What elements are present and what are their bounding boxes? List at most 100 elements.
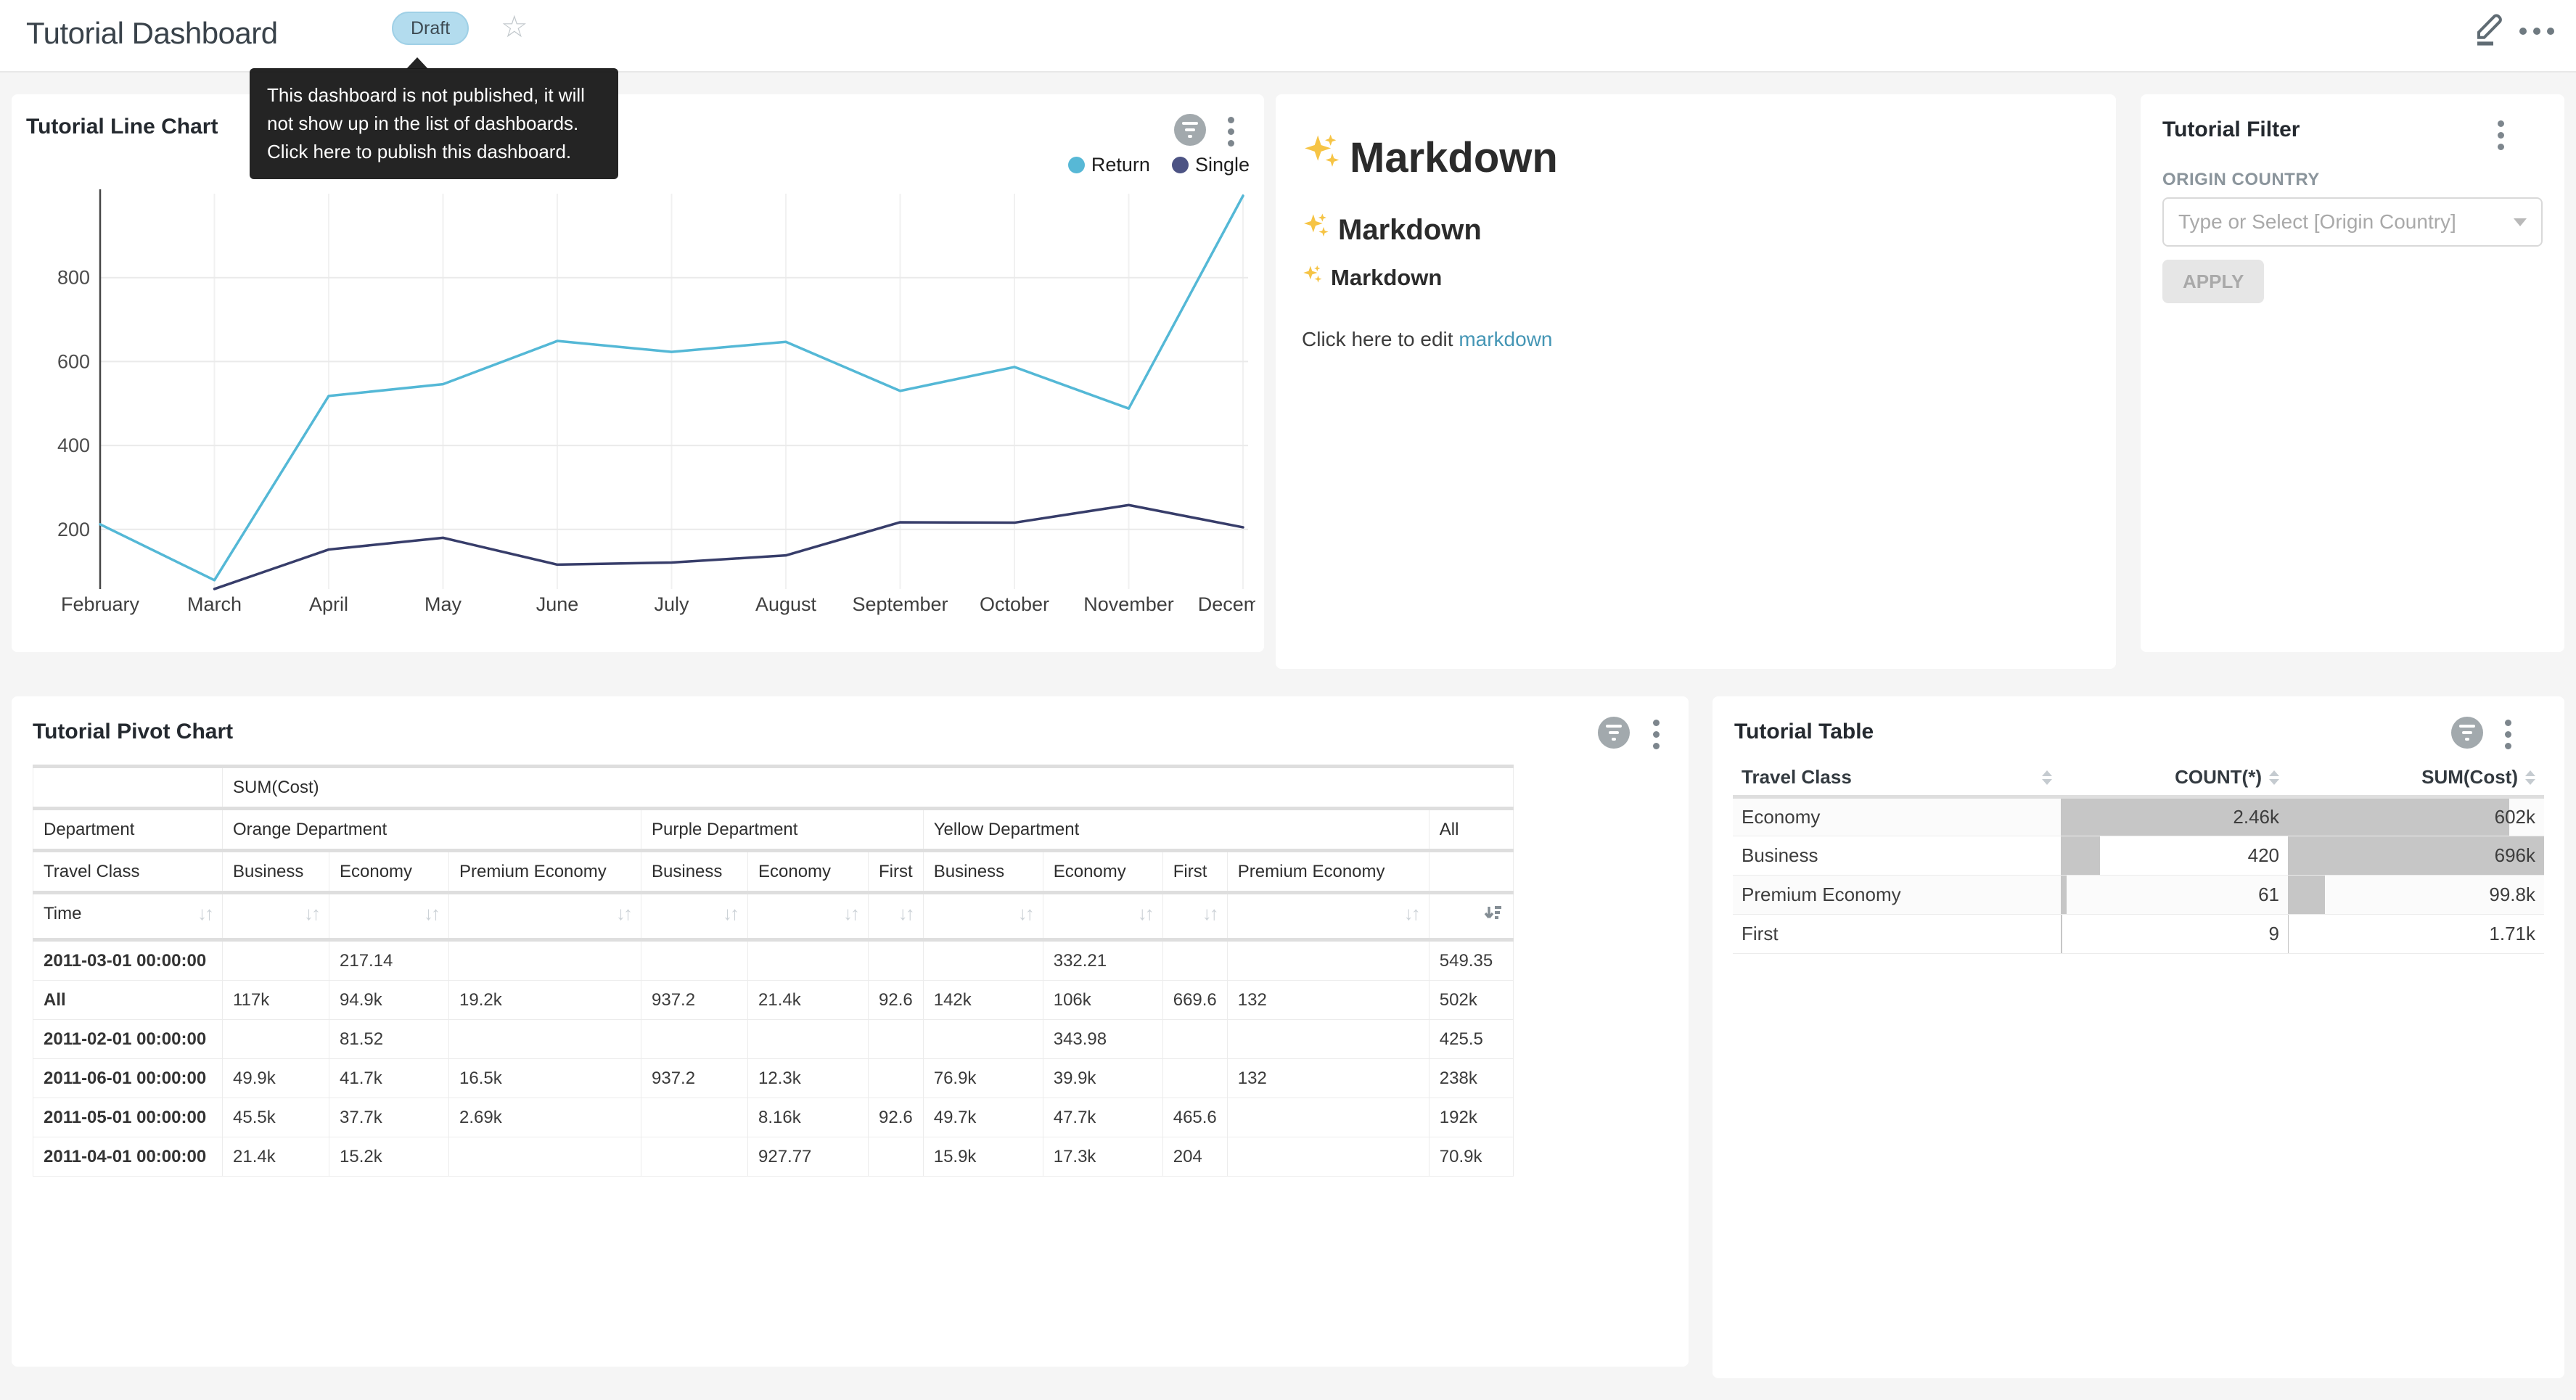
svg-text:April: April bbox=[309, 593, 348, 615]
pivot-value-cell: 92.6 bbox=[869, 1098, 924, 1137]
pivot-value-cell: 49.9k bbox=[223, 1059, 329, 1098]
pivot-value-cell bbox=[641, 940, 748, 981]
filter-card: Tutorial Filter ORIGIN COUNTRY Type or S… bbox=[2141, 94, 2564, 652]
pivot-column-sort[interactable]: ↓↑ bbox=[223, 893, 329, 940]
pivot-value-cell: 927.77 bbox=[748, 1137, 869, 1177]
sort-icon[interactable]: ↓↑ bbox=[843, 902, 858, 924]
markdown-card: Markdown Markdown Markdown Click here to… bbox=[1276, 94, 2116, 669]
pivot-column-sort[interactable]: ↓↑ bbox=[748, 893, 869, 940]
column-header-sum-cost[interactable]: SUM(Cost) bbox=[2288, 760, 2544, 796]
pivot-travel-class-label: Travel Class bbox=[33, 851, 223, 893]
pivot-value-cell bbox=[1162, 940, 1227, 981]
sort-icon[interactable]: ↓↑ bbox=[1202, 902, 1217, 924]
pivot-row: 2011-03-01 00:00:00217.14332.21549.35 bbox=[33, 940, 1514, 981]
table-card-menu-icon[interactable] bbox=[2505, 720, 2511, 749]
sort-icon[interactable]: ↓↑ bbox=[723, 902, 737, 924]
pivot-value-cell: 343.98 bbox=[1043, 1020, 1162, 1059]
pivot-row-label: 2011-06-01 00:00:00 bbox=[33, 1059, 223, 1098]
pivot-column-sort[interactable]: ↓↑ bbox=[641, 893, 748, 940]
pivot-column-sort[interactable]: ↓↑ bbox=[1227, 893, 1429, 940]
pivot-value-cell: 19.2k bbox=[449, 981, 641, 1020]
travel-class-cell: Economy bbox=[1733, 796, 2061, 836]
sort-icon[interactable]: ↓↑ bbox=[197, 902, 212, 925]
pivot-row-label: 2011-02-01 00:00:00 bbox=[33, 1020, 223, 1059]
pivot-class-header bbox=[1429, 851, 1513, 893]
pivot-column-sort[interactable]: ↓↑ bbox=[1043, 893, 1162, 940]
sort-descending-icon[interactable] bbox=[1481, 909, 1503, 928]
markdown-h2: Markdown bbox=[1302, 212, 1482, 248]
sparkles-icon bbox=[1302, 212, 1331, 248]
pivot-class-header: Economy bbox=[329, 851, 449, 893]
filter-card-menu-icon[interactable] bbox=[2498, 120, 2504, 150]
edit-dashboard-button[interactable] bbox=[2472, 7, 2508, 46]
pivot-column-sort[interactable]: ↓↑ bbox=[869, 893, 924, 940]
filter-indicator-icon[interactable] bbox=[1174, 114, 1206, 146]
edit-markdown-link[interactable]: markdown bbox=[1459, 328, 1552, 350]
sort-icon[interactable]: ↓↑ bbox=[1138, 902, 1152, 924]
pivot-value-cell: 15.9k bbox=[923, 1137, 1043, 1177]
svg-text:800: 800 bbox=[57, 267, 90, 289]
pivot-value-cell bbox=[869, 1020, 924, 1059]
pivot-value-cell bbox=[641, 1020, 748, 1059]
filter-indicator-icon[interactable] bbox=[2451, 717, 2483, 749]
svg-text:October: October bbox=[980, 593, 1049, 615]
pivot-department-label: Department bbox=[33, 809, 223, 851]
sort-icon[interactable]: ↓↑ bbox=[1404, 902, 1419, 924]
draft-status-badge[interactable]: Draft bbox=[392, 12, 469, 45]
pivot-value-cell bbox=[1162, 1059, 1227, 1098]
pivot-value-cell bbox=[1227, 1020, 1429, 1059]
value-bar bbox=[2288, 799, 2509, 836]
favorite-star-icon[interactable]: ☆ bbox=[501, 10, 528, 44]
tooltip-text: This dashboard is not published, it will… bbox=[267, 81, 601, 166]
pivot-value-cell: 937.2 bbox=[641, 1059, 748, 1098]
column-header-count[interactable]: COUNT(*) bbox=[2061, 760, 2288, 796]
pivot-value-cell bbox=[449, 1020, 641, 1059]
pivot-value-cell bbox=[449, 1137, 641, 1177]
pivot-value-cell bbox=[1227, 1098, 1429, 1137]
filter-indicator-icon[interactable] bbox=[1598, 717, 1630, 749]
table-row: Economy2.46k602k bbox=[1733, 796, 2544, 836]
chart-legend: Return Single bbox=[1068, 154, 1250, 176]
column-header-travel-class[interactable]: Travel Class bbox=[1733, 760, 2061, 796]
table-row: First91.71k bbox=[1733, 914, 2544, 953]
pivot-row-label: All bbox=[33, 981, 223, 1020]
pivot-value-cell bbox=[869, 1059, 924, 1098]
pivot-column-sort[interactable]: ↓↑ bbox=[449, 893, 641, 940]
pivot-column-sort[interactable]: ↓↑ bbox=[1162, 893, 1227, 940]
pivot-value-cell: 41.7k bbox=[329, 1059, 449, 1098]
pivot-column-sort[interactable]: ↓↑ bbox=[329, 893, 449, 940]
pivot-column-sort[interactable]: ↓↑ bbox=[923, 893, 1043, 940]
pivot-row: 2011-04-01 00:00:0021.4k15.2k927.7715.9k… bbox=[33, 1137, 1514, 1177]
svg-text:June: June bbox=[536, 593, 579, 615]
line-chart-menu-icon[interactable] bbox=[1228, 117, 1234, 147]
pivot-value-cell: 81.52 bbox=[329, 1020, 449, 1059]
pivot-value-cell: 17.3k bbox=[1043, 1137, 1162, 1177]
pivot-class-header: Premium Economy bbox=[1227, 851, 1429, 893]
sort-icon[interactable]: ↓↑ bbox=[616, 902, 631, 924]
line-chart: 200400600800FebruaryMarchAprilMayJuneJul… bbox=[22, 174, 1255, 638]
pivot-group-header: Orange Department bbox=[223, 809, 641, 851]
sort-icon[interactable]: ↓↑ bbox=[1018, 902, 1033, 924]
origin-country-label: ORIGIN COUNTRY bbox=[2162, 170, 2320, 190]
apply-button[interactable]: APPLY bbox=[2162, 260, 2264, 303]
pivot-value-cell: 425.5 bbox=[1429, 1020, 1513, 1059]
pivot-row: All117k94.9k19.2k937.221.4k92.6142k106k6… bbox=[33, 981, 1514, 1020]
pivot-value-cell: 192k bbox=[1429, 1098, 1513, 1137]
origin-country-select[interactable]: Type or Select [Origin Country] bbox=[2162, 197, 2543, 247]
svg-text:September: September bbox=[852, 593, 948, 615]
sort-icon[interactable]: ↓↑ bbox=[304, 902, 319, 924]
more-options-icon[interactable] bbox=[2519, 28, 2554, 35]
table-row: Premium Economy6199.8k bbox=[1733, 875, 2544, 914]
legend-item-return[interactable]: Return bbox=[1068, 154, 1150, 176]
pivot-card-menu-icon[interactable] bbox=[1653, 720, 1660, 749]
svg-text:200: 200 bbox=[57, 519, 90, 540]
pivot-column-sort[interactable] bbox=[1429, 893, 1513, 940]
sort-icon[interactable]: ↓↑ bbox=[424, 902, 438, 924]
pivot-value-cell bbox=[748, 1020, 869, 1059]
dashboard-page: Tutorial Dashboard Draft ☆ This dashboar… bbox=[0, 0, 2576, 1400]
sort-icon[interactable]: ↓↑ bbox=[898, 902, 913, 924]
column-sort-icon bbox=[2525, 770, 2535, 785]
pivot-value-cell bbox=[923, 1020, 1043, 1059]
legend-item-single[interactable]: Single bbox=[1172, 154, 1250, 176]
pivot-value-cell bbox=[748, 940, 869, 981]
